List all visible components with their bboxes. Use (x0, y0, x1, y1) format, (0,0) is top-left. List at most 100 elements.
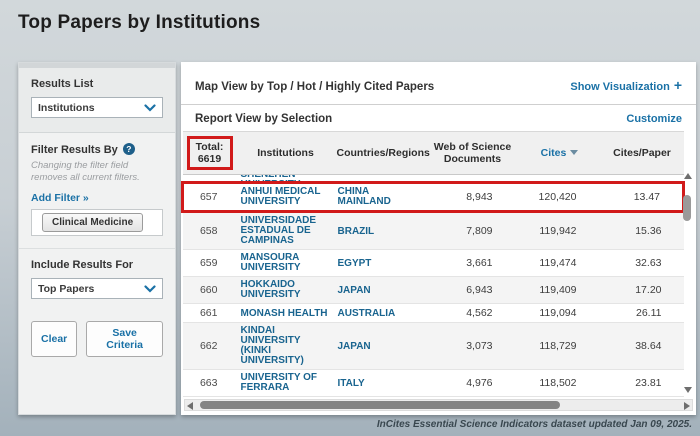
col-wos-documents[interactable]: Web of Science Documents (427, 132, 519, 175)
cites-value: 119,474 (519, 250, 601, 277)
filter-section: Filter Results By? Changing the filter f… (19, 133, 175, 248)
institution-link[interactable]: MONASH HEALTH (241, 309, 328, 319)
table-row[interactable]: 660 HOKKAIDO UNIVERSITY JAPAN 6,943 119,… (183, 277, 684, 304)
horizontal-scrollbar-thumb[interactable] (200, 401, 560, 409)
show-visualization-link[interactable]: Show Visualization+ (570, 77, 682, 93)
rank-value: 663 (183, 370, 237, 397)
table-row[interactable]: 658 UNIVERSIDADE ESTADUAL DE CAMPINAS BR… (183, 212, 684, 250)
institution-link[interactable]: UNIVERSITY OF FERRARA (241, 373, 333, 393)
table-body: SHENZHEN UNIVERSITY 657 ANHUI MEDICAL UN… (183, 175, 684, 397)
institution-link[interactable]: ANHUI MEDICAL UNIVERSITY (241, 187, 333, 207)
chevron-down-icon (144, 104, 156, 112)
scroll-right-icon[interactable] (684, 402, 690, 410)
cites-value: 119,942 (519, 212, 601, 250)
country-label: JAPAN (338, 342, 371, 352)
results-list-select[interactable]: Institutions (31, 97, 163, 118)
plus-icon: + (674, 77, 682, 93)
rank-value: 659 (183, 250, 237, 277)
country-label: EGYPT (338, 259, 372, 269)
horizontal-scrollbar[interactable] (184, 399, 693, 411)
scroll-up-icon[interactable] (684, 173, 692, 179)
filter-field: Clinical Medicine (31, 209, 163, 236)
report-view-bar: Report View by Selection Customize (181, 105, 696, 131)
results-table: Total: 6619 Institutions Countries/Regio… (181, 131, 685, 397)
rank-value: 657 (183, 183, 237, 212)
wos-documents-value: 3,661 (427, 250, 519, 277)
table-row[interactable]: 663 UNIVERSITY OF FERRARA ITALY 4,976 11… (183, 370, 684, 397)
cites-per-paper-value: 15.36 (601, 212, 684, 250)
institution-link[interactable]: UNIVERSIDADE ESTADUAL DE CAMPINAS (241, 216, 333, 246)
results-list-section: Results List Institutions (19, 68, 175, 133)
country-label: ITALY (338, 379, 365, 389)
cites-value: 119,094 (519, 304, 601, 323)
wos-documents-value: 4,976 (427, 370, 519, 397)
scroll-left-icon[interactable] (187, 402, 193, 410)
wos-documents-value: 4,562 (427, 304, 519, 323)
vertical-scrollbar-thumb[interactable] (683, 195, 691, 221)
cites-per-paper-value: 23.81 (601, 370, 684, 397)
col-countries-regions[interactable]: Countries/Regions (335, 132, 427, 175)
country-label: AUSTRALIA (338, 309, 396, 319)
map-view-bar: Map View by Top / Hot / Highly Cited Pap… (181, 62, 696, 105)
rank-value: 662 (183, 323, 237, 370)
partial-institution-text: SHENZHEN UNIVERSITY (241, 175, 335, 181)
wos-documents-value: 7,809 (427, 212, 519, 250)
save-criteria-button[interactable]: Save Criteria (86, 321, 163, 357)
main-panel: Map View by Top / Hot / Highly Cited Pap… (181, 62, 696, 415)
clear-button[interactable]: Clear (31, 321, 77, 357)
dataset-updated-note: InCites Essential Science Indicators dat… (377, 419, 692, 430)
total-count: Total: 6619 (187, 136, 233, 170)
country-label: JAPAN (338, 286, 371, 296)
rank-value: 661 (183, 304, 237, 323)
total-label: Total: (191, 141, 229, 153)
customize-link[interactable]: Customize (626, 113, 682, 125)
results-list-value: Institutions (38, 102, 95, 114)
sidebar-buttons: Clear Save Criteria (19, 311, 175, 367)
cites-value: 118,502 (519, 370, 601, 397)
include-results-label: Include Results For (31, 259, 133, 271)
cites-per-paper-value: 17.20 (601, 277, 684, 304)
wos-documents-value: 8,943 (427, 183, 519, 212)
filter-note: Changing the filter field removes all cu… (31, 160, 163, 184)
table-row[interactable]: 659 MANSOURA UNIVERSITY EGYPT 3,661 119,… (183, 250, 684, 277)
country-label: BRAZIL (338, 227, 375, 237)
active-filter-button[interactable]: Clinical Medicine (42, 213, 143, 232)
table-row[interactable]: 662 KINDAI UNIVERSITY (KINKI UNIVERSITY)… (183, 323, 684, 370)
add-filter-link[interactable]: Add Filter » (31, 192, 89, 204)
page-title: Top Papers by Institutions (18, 12, 260, 34)
col-institutions[interactable]: Institutions (237, 132, 335, 175)
include-results-select[interactable]: Top Papers (31, 278, 163, 299)
total-count-cell: Total: 6619 (183, 132, 237, 175)
sort-caret-icon (570, 150, 578, 155)
wos-documents-value: 3,073 (427, 323, 519, 370)
cites-value: 118,729 (519, 323, 601, 370)
col-cites-paper[interactable]: Cites/Paper (601, 132, 684, 175)
scroll-down-icon[interactable] (684, 387, 692, 393)
cites-value: 120,420 (519, 183, 601, 212)
rank-value: 658 (183, 212, 237, 250)
cites-per-paper-value: 32.63 (601, 250, 684, 277)
map-view-label: Map View by Top / Hot / Highly Cited Pap… (195, 81, 434, 93)
table-row[interactable]: 657 ANHUI MEDICAL UNIVERSITY CHINA MAINL… (183, 183, 684, 212)
vertical-scrollbar[interactable] (682, 171, 694, 395)
rank-value: 660 (183, 277, 237, 304)
cites-value: 119,409 (519, 277, 601, 304)
chevron-down-icon (144, 285, 156, 293)
institution-link[interactable]: KINDAI UNIVERSITY (KINKI UNIVERSITY) (241, 326, 333, 366)
table-region: Total: 6619 Institutions Countries/Regio… (181, 131, 696, 397)
total-value: 6619 (191, 153, 229, 165)
table-row[interactable]: 661 MONASH HEALTH AUSTRALIA 4,562 119,09… (183, 304, 684, 323)
filter-results-by-label: Filter Results By (31, 144, 118, 156)
results-list-label: Results List (31, 78, 93, 90)
sidebar: Results List Institutions Filter Results… (18, 62, 176, 415)
institution-link[interactable]: MANSOURA UNIVERSITY (241, 253, 333, 273)
include-results-section: Include Results For Top Papers (19, 249, 175, 311)
cites-per-paper-value: 13.47 (601, 183, 684, 212)
report-view-label: Report View by Selection (195, 113, 332, 125)
help-icon[interactable]: ? (123, 143, 135, 155)
cites-per-paper-value: 26.11 (601, 304, 684, 323)
partial-row: SHENZHEN UNIVERSITY (183, 175, 684, 183)
country-label: CHINA MAINLAND (338, 187, 408, 207)
institution-link[interactable]: HOKKAIDO UNIVERSITY (241, 280, 333, 300)
col-cites[interactable]: Cites (519, 132, 601, 175)
